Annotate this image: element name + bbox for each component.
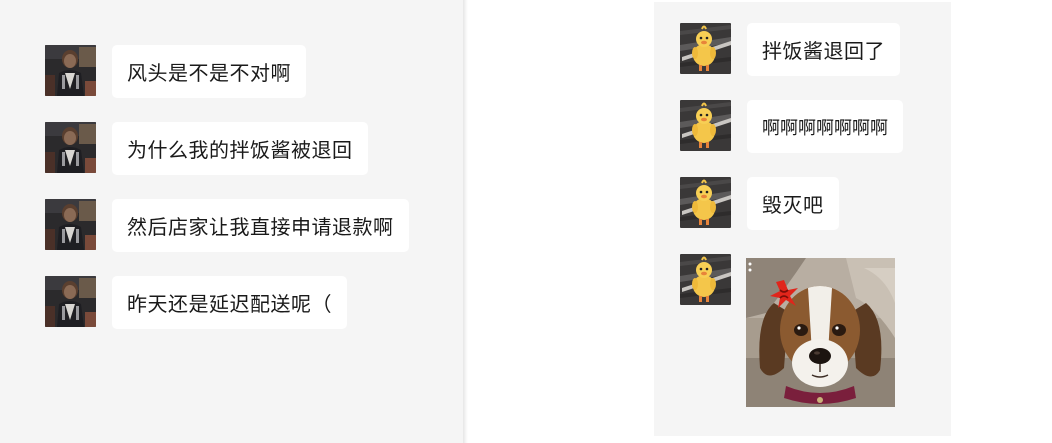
person-photo-avatar[interactable] bbox=[45, 45, 96, 96]
person-photo-avatar[interactable] bbox=[45, 122, 96, 173]
chat-message: 昨天还是延迟配送呢（ bbox=[45, 276, 347, 329]
message-bubble[interactable]: 毁灭吧 bbox=[747, 177, 839, 230]
chat-message: 毁灭吧 bbox=[680, 177, 839, 230]
chat-message: 啊啊啊啊啊啊啊 bbox=[680, 100, 903, 153]
right-chat-panel: 拌饭酱退回了 啊啊啊啊啊啊啊 毁灭吧 bbox=[654, 2, 951, 436]
chat-message: 拌饭酱退回了 bbox=[680, 23, 900, 76]
message-bubble[interactable]: 昨天还是延迟配送呢（ bbox=[112, 276, 347, 329]
duck-avatar[interactable] bbox=[680, 23, 731, 74]
duck-avatar[interactable] bbox=[680, 254, 731, 305]
angry-beagle-sticker[interactable] bbox=[746, 258, 895, 407]
duck-avatar[interactable] bbox=[680, 100, 731, 151]
duck-avatar[interactable] bbox=[680, 177, 731, 228]
message-bubble[interactable]: 然后店家让我直接申请退款啊 bbox=[112, 199, 409, 252]
message-bubble[interactable]: 风头是不是不对啊 bbox=[112, 45, 306, 98]
beagle-image bbox=[746, 258, 895, 407]
left-chat-panel: 风头是不是不对啊 为什么我的拌饭酱被退回 然后店家让我直接申请退款啊 昨天还是延… bbox=[0, 0, 463, 443]
chat-message: 然后店家让我直接申请退款啊 bbox=[45, 199, 409, 252]
chat-message: 为什么我的拌饭酱被退回 bbox=[45, 122, 368, 175]
person-photo-avatar[interactable] bbox=[45, 199, 96, 250]
chat-screenshot-collage: 风头是不是不对啊 为什么我的拌饭酱被退回 然后店家让我直接申请退款啊 昨天还是延… bbox=[0, 0, 1052, 443]
chat-message: 风头是不是不对啊 bbox=[45, 45, 306, 98]
chat-message bbox=[680, 254, 895, 407]
person-photo-avatar[interactable] bbox=[45, 276, 96, 327]
panel-divider bbox=[463, 0, 468, 443]
message-bubble[interactable]: 啊啊啊啊啊啊啊 bbox=[747, 100, 903, 153]
message-bubble[interactable]: 拌饭酱退回了 bbox=[747, 23, 900, 76]
message-bubble[interactable]: 为什么我的拌饭酱被退回 bbox=[112, 122, 368, 175]
